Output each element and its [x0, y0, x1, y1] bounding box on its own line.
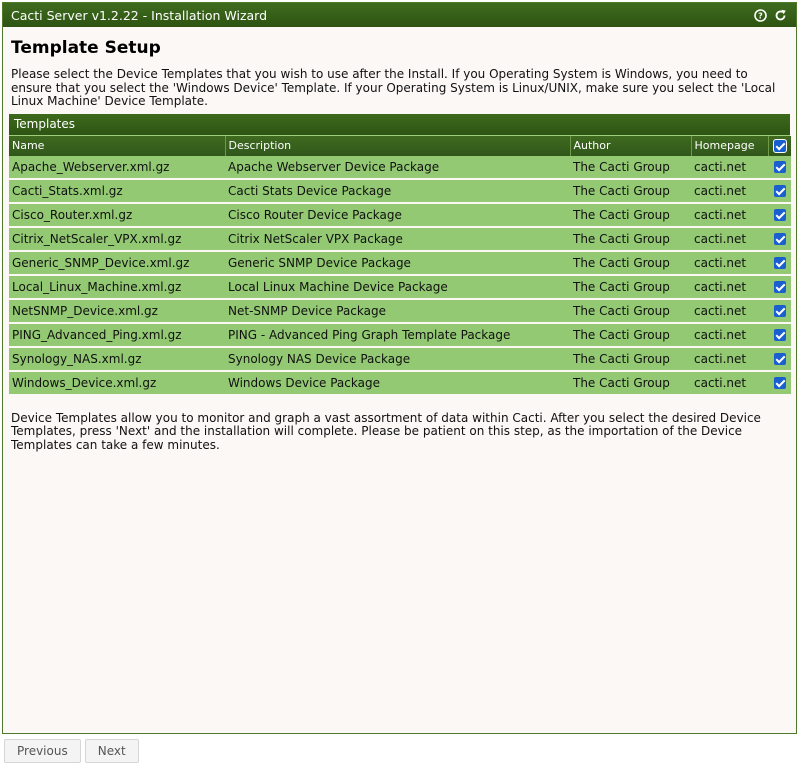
page-title: Template Setup	[11, 38, 161, 58]
column-header-description[interactable]: Description	[225, 135, 571, 156]
row-checkbox[interactable]	[773, 209, 786, 221]
cell-select	[768, 370, 791, 396]
cell-author: The Cacti Group	[570, 298, 691, 324]
table-row[interactable]: Windows_Device.xml.gz Windows Device Pack…	[9, 370, 791, 396]
row-checkbox[interactable]	[773, 185, 786, 197]
table-row[interactable]: Generic_SNMP_Device.xml.gz Generic SNMP D…	[9, 250, 791, 276]
cell-description: PING - Advanced Ping Graph Template Pack…	[225, 322, 570, 348]
title-bar: Cacti Server v1.2.22 - Installation Wiza…	[3, 3, 796, 27]
cell-name: Apache_Webserver.xml.gz	[9, 155, 225, 180]
cell-name: Windows_Device.xml.gz	[9, 370, 225, 396]
svg-text:?: ?	[758, 11, 763, 20]
column-header-homepage[interactable]: Homepage	[691, 135, 769, 156]
cell-homepage: cacti.net	[691, 178, 768, 204]
cell-author: The Cacti Group	[570, 346, 691, 372]
cell-homepage: cacti.net	[691, 274, 768, 300]
cell-author: The Cacti Group	[570, 178, 691, 204]
cell-homepage: cacti.net	[691, 322, 768, 348]
cell-author: The Cacti Group	[570, 322, 691, 348]
cell-description: Local Linux Machine Device Package	[225, 274, 570, 300]
cell-homepage: cacti.net	[691, 155, 768, 180]
cell-name: Cisco_Router.xml.gz	[9, 202, 225, 228]
cell-homepage: cacti.net	[691, 226, 768, 252]
cell-homepage: cacti.net	[691, 250, 768, 276]
cell-name: Citrix_NetScaler_VPX.xml.gz	[9, 226, 225, 252]
cell-description: Cisco Router Device Package	[225, 202, 570, 228]
select-all-cell	[768, 135, 791, 156]
table-row[interactable]: Cisco_Router.xml.gz Cisco Router Device P…	[9, 202, 791, 228]
cell-name: PING_Advanced_Ping.xml.gz	[9, 322, 225, 348]
cell-description: Synology NAS Device Package	[225, 346, 570, 372]
column-header-author[interactable]: Author	[570, 135, 692, 156]
row-checkbox[interactable]	[773, 257, 786, 269]
column-header-name[interactable]: Name	[9, 135, 226, 156]
cell-select	[768, 178, 791, 204]
table-row[interactable]: Citrix_NetScaler_VPX.xml.gz Citrix NetSca…	[9, 226, 791, 252]
next-button[interactable]: Next	[84, 739, 139, 763]
table-row[interactable]: Cacti_Stats.xml.gz Cacti Stats Device Pac…	[9, 178, 791, 204]
cell-select	[768, 226, 791, 252]
row-checkbox[interactable]	[773, 281, 786, 293]
cell-homepage: cacti.net	[691, 298, 768, 324]
wizard-content: Template Setup Please select the Device …	[3, 27, 796, 452]
cell-name: Synology_NAS.xml.gz	[9, 346, 225, 372]
row-checkbox[interactable]	[773, 161, 786, 173]
cell-homepage: cacti.net	[691, 202, 768, 228]
installation-wizard-dialog: Cacti Server v1.2.22 - Installation Wiza…	[2, 2, 797, 734]
cell-select	[768, 250, 791, 276]
row-checkbox[interactable]	[773, 377, 786, 389]
cell-homepage: cacti.net	[691, 346, 768, 372]
cell-description: Net-SNMP Device Package	[225, 298, 570, 324]
window-title: Cacti Server v1.2.22 - Installation Wiza…	[11, 7, 268, 23]
table-row[interactable]: Synology_NAS.xml.gz Synology NAS Device P…	[9, 346, 791, 372]
table-header-row: Name Description Author Homepage	[9, 135, 791, 156]
cell-select	[768, 298, 791, 324]
row-checkbox[interactable]	[773, 353, 786, 365]
table-row[interactable]: Apache_Webserver.xml.gz Apache Webserver …	[9, 155, 791, 180]
cell-author: The Cacti Group	[570, 155, 691, 180]
cell-name: Local_Linux_Machine.xml.gz	[9, 274, 225, 300]
cell-select	[768, 155, 791, 180]
row-checkbox[interactable]	[773, 305, 786, 317]
cell-select	[768, 202, 791, 228]
cell-description: Generic SNMP Device Package	[225, 250, 570, 276]
cell-author: The Cacti Group	[570, 370, 691, 396]
cell-author: The Cacti Group	[570, 274, 691, 300]
cell-name: Cacti_Stats.xml.gz	[9, 178, 225, 204]
cell-author: The Cacti Group	[570, 250, 691, 276]
templates-panel: Templates Name Description Author Homepa…	[9, 113, 791, 396]
table-row[interactable]: NetSNMP_Device.xml.gz Net-SNMP Device Pac…	[9, 298, 791, 324]
cell-description: Cacti Stats Device Package	[225, 178, 570, 204]
wizard-footer: Previous Next	[2, 737, 797, 765]
cell-description: Windows Device Package	[225, 370, 570, 396]
row-checkbox[interactable]	[773, 329, 786, 341]
outro-text: Device Templates allow you to monitor an…	[11, 410, 761, 452]
intro-text: Please select the Device Templates that …	[11, 67, 776, 108]
help-icon[interactable]: ?	[752, 7, 768, 23]
select-all-checkbox[interactable]	[772, 139, 787, 153]
cell-name: Generic_SNMP_Device.xml.gz	[9, 250, 225, 276]
cell-homepage: cacti.net	[691, 370, 768, 396]
refresh-icon[interactable]	[772, 7, 788, 23]
cell-author: The Cacti Group	[570, 202, 691, 228]
cell-select	[768, 322, 791, 348]
table-row[interactable]: PING_Advanced_Ping.xml.gz PING - Advanced…	[9, 322, 791, 348]
cell-select	[768, 346, 791, 372]
cell-name: NetSNMP_Device.xml.gz	[9, 298, 225, 324]
previous-button[interactable]: Previous	[4, 739, 81, 763]
templates-table: Name Description Author Homepage Apache_…	[9, 135, 791, 396]
cell-description: Citrix NetScaler VPX Package	[225, 226, 570, 252]
cell-description: Apache Webserver Device Package	[225, 155, 570, 180]
cell-author: The Cacti Group	[570, 226, 691, 252]
row-checkbox[interactable]	[773, 233, 786, 245]
templates-panel-header: Templates	[9, 113, 790, 136]
cell-select	[768, 274, 791, 300]
table-row[interactable]: Local_Linux_Machine.xml.gz Local Linux Ma…	[9, 274, 791, 300]
